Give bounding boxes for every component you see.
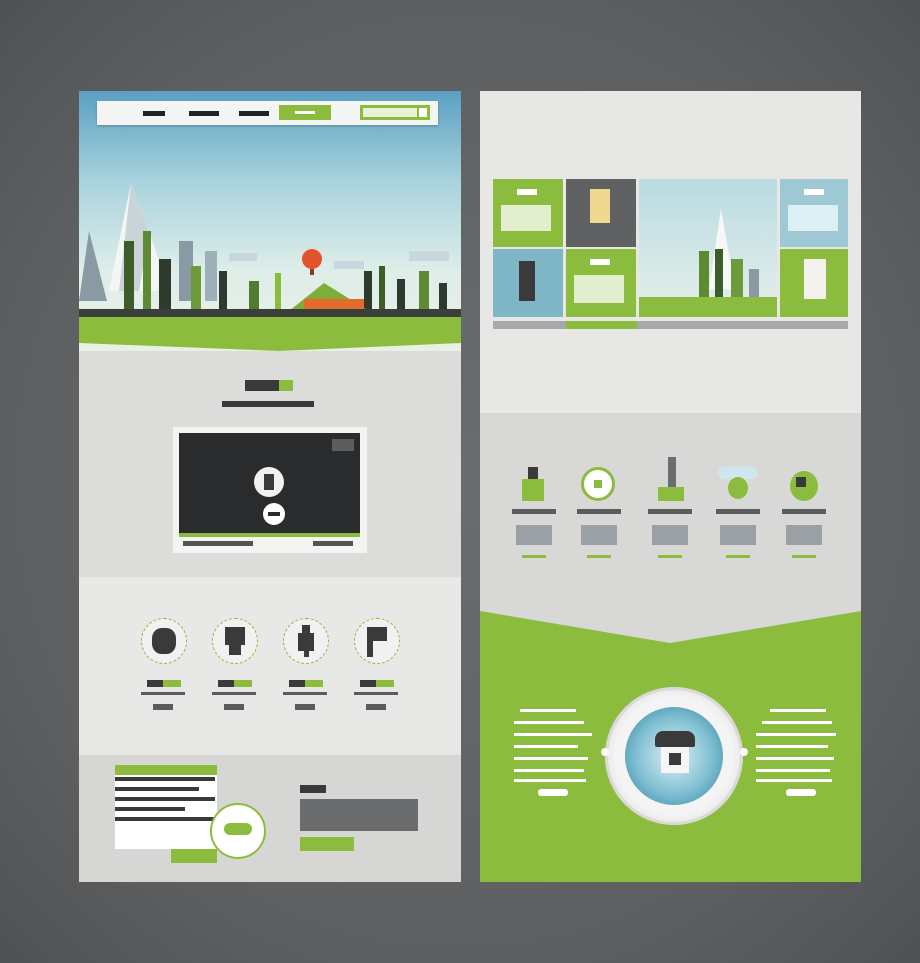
bottle-icon (518, 467, 548, 501)
gallery-grid (493, 179, 848, 317)
person-icon (212, 618, 258, 664)
play-icon[interactable] (254, 467, 284, 497)
microscope-icon (656, 457, 686, 501)
service-item (646, 457, 694, 563)
page-title (245, 380, 293, 391)
text-block (300, 799, 418, 831)
features-section (79, 577, 461, 755)
figure-icon (283, 618, 329, 664)
feature-item (352, 618, 400, 714)
video-progress[interactable] (179, 533, 360, 537)
feature-item (139, 618, 187, 714)
service-item (575, 467, 623, 563)
slider-track[interactable] (493, 321, 848, 329)
gallery-tile[interactable] (493, 249, 563, 317)
figure-icon (519, 261, 535, 301)
title-underline (222, 401, 314, 407)
connector-dot (601, 748, 609, 756)
feature-item (210, 618, 258, 714)
nav-link[interactable] (143, 111, 165, 116)
nav-link[interactable] (239, 111, 269, 116)
award-icon (590, 189, 610, 223)
service-item (714, 467, 762, 563)
gallery-tile[interactable] (493, 179, 563, 247)
read-more-button[interactable] (300, 837, 354, 851)
flower-icon (718, 467, 758, 501)
info-card (115, 765, 217, 849)
gallery-tile[interactable] (566, 179, 636, 247)
hero-landscape-illustration (79, 183, 461, 351)
search-input[interactable] (360, 105, 430, 120)
video-caption (183, 541, 253, 546)
text-block-heading (300, 785, 326, 793)
ball-icon (790, 471, 818, 501)
nav-link[interactable] (189, 111, 219, 116)
contact-right-list (756, 709, 836, 799)
card-button[interactable] (171, 849, 217, 863)
contact-circle[interactable] (605, 687, 743, 825)
fullscreen-icon[interactable] (332, 439, 354, 451)
telephone-icon (655, 731, 695, 779)
nav-cta-button[interactable] (279, 105, 331, 120)
video-screen (179, 433, 360, 533)
plate-icon (581, 467, 615, 501)
service-item (780, 467, 828, 563)
right-page-mockup (480, 91, 861, 882)
gallery-tile[interactable] (780, 249, 848, 317)
connector-dot (740, 748, 748, 756)
gallery-tile[interactable] (780, 179, 848, 247)
contact-left-list (514, 709, 592, 799)
video-player[interactable] (173, 427, 367, 553)
gear-head-icon (141, 618, 187, 664)
gallery-tile[interactable] (566, 249, 636, 317)
flag-icon (354, 618, 400, 664)
search-icon (419, 108, 427, 117)
feature-item (281, 618, 329, 714)
service-item (510, 467, 558, 563)
video-duration (313, 541, 353, 546)
top-nav (97, 101, 438, 125)
character-icon (804, 259, 826, 299)
cloud-icon (210, 803, 266, 859)
slider-active-segment (566, 321, 637, 329)
gallery-hero-tile[interactable] (639, 179, 777, 317)
left-page-mockup (79, 91, 461, 882)
map-pin-icon (263, 503, 285, 525)
